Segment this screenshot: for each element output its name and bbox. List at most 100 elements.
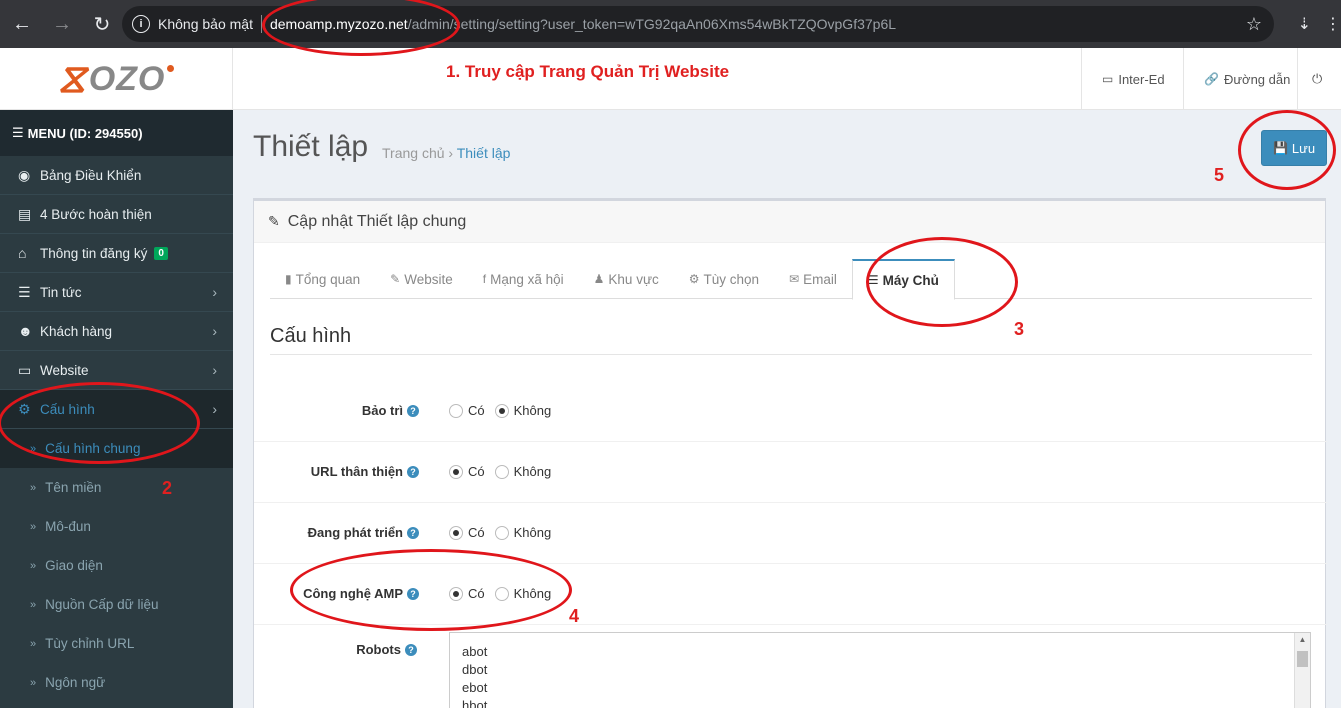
dashboard-icon: ◉: [18, 166, 31, 183]
robots-textarea[interactable]: abot dbot ebot hbot ▲: [449, 632, 1311, 708]
pencil-icon: ✎: [268, 213, 280, 229]
top-link-inter-ed[interactable]: ▭ Inter-Ed: [1081, 48, 1185, 110]
field-label: Bảo trì: [361, 403, 403, 418]
menu-toggle[interactable]: ☰ MENU (ID: 294550): [0, 110, 233, 156]
logo-mark-icon: ⧖: [57, 56, 87, 101]
scroll-up-icon[interactable]: ▲: [1295, 633, 1310, 647]
robots-line: ebot: [462, 680, 488, 695]
step-2-annotation: 2: [162, 478, 173, 498]
step-1-annotation: 1. Truy cập Trang Quản Trị Website: [446, 62, 730, 81]
question-icon[interactable]: ?: [407, 404, 419, 417]
sidebar-item-4-steps[interactable]: ▤ 4 Bước hoàn thiện: [0, 195, 233, 234]
robots-line: abot: [462, 644, 488, 659]
breadcrumb-current: Thiết lập: [456, 145, 511, 161]
textarea-scrollbar[interactable]: ▲: [1294, 633, 1310, 708]
tab-region[interactable]: ♟ Khu vực: [579, 259, 674, 299]
logo-text: OZO: [88, 59, 166, 98]
logo-dot-icon: [167, 64, 175, 72]
radio-group: Có Không: [449, 525, 561, 540]
book-icon: ▤: [18, 205, 32, 222]
breadcrumb-home[interactable]: Trang chủ: [382, 145, 445, 161]
radio-no[interactable]: Không: [494, 586, 551, 601]
app-header: ⧖ OZO 1. Truy cập Trang Quản Trị Website…: [0, 48, 1341, 110]
radio-yes[interactable]: Có: [449, 403, 485, 418]
field-row-development: Đang phát triển ? Có Không: [254, 503, 1327, 564]
sidebar-subitem-data-feed[interactable]: » Nguồn Cấp dữ liệu: [0, 585, 233, 624]
tab-social[interactable]: f Mạng xã hội: [468, 259, 579, 299]
tab-email[interactable]: ✉ Email: [774, 259, 852, 299]
radio-no[interactable]: Không: [494, 464, 551, 479]
radio-circle[interactable]: [449, 464, 463, 479]
reload-icon[interactable]: ↻: [84, 6, 120, 42]
sidebar-subitem-domain[interactable]: » Tên miền: [0, 468, 233, 507]
extension-icon[interactable]: ⇣: [1298, 14, 1311, 34]
radio-circle[interactable]: [494, 403, 509, 418]
power-button[interactable]: ⏻: [1297, 48, 1336, 110]
question-icon[interactable]: ?: [405, 643, 417, 656]
tab-options[interactable]: ⚙ Tùy chọn: [674, 259, 774, 299]
omnibox-divider: [260, 15, 262, 33]
sidebar-subitem-theme[interactable]: » Giao diện: [0, 546, 233, 585]
breadcrumb-separator: ›: [448, 145, 454, 161]
document-icon: ☰: [18, 283, 31, 300]
sidebar-item-customers[interactable]: ☻ Khách hàng ›: [0, 312, 233, 351]
radio-yes[interactable]: Có: [449, 586, 485, 601]
radio-circle[interactable]: [449, 586, 463, 601]
breadcrumb: Trang chủ › Thiết lập: [382, 145, 510, 161]
sidebar-item-registration[interactable]: ⌂ Thông tin đăng ký 0: [0, 234, 233, 273]
radio-circle[interactable]: [449, 403, 463, 418]
chevron-right-icon: ›: [212, 284, 217, 300]
sidebar-item-dashboard[interactable]: ◉ Bảng Điều Khiển: [0, 156, 233, 195]
radio-circle[interactable]: [494, 586, 509, 601]
forward-icon[interactable]: →: [44, 6, 80, 42]
top-link-duong-dan[interactable]: 🔗 Đường dẫn: [1183, 48, 1310, 110]
double-chevron-icon: »: [30, 637, 37, 650]
settings-tabs: ▮ Tổng quan ✎ Website f Mạng xã hội ♟ Kh…: [270, 259, 1312, 300]
tab-website[interactable]: ✎ Website: [375, 259, 468, 299]
radio-circle[interactable]: [494, 525, 509, 540]
menu-icon[interactable]: ⋮: [1325, 14, 1341, 34]
save-button[interactable]: 💾 Lưu: [1261, 130, 1327, 166]
tab-overview[interactable]: ▮ Tổng quan: [270, 259, 375, 299]
monitor-icon: ▭: [1102, 72, 1114, 86]
info-icon[interactable]: i: [132, 15, 150, 33]
section-divider: [270, 354, 1312, 355]
bookmark-star-icon[interactable]: ☆: [1246, 14, 1262, 35]
sidebar-subitem-language[interactable]: » Ngôn ngữ: [0, 663, 233, 702]
address-bar[interactable]: i Không bảo mật demoamp.myzozo.net/admin…: [122, 6, 1274, 42]
radio-yes[interactable]: Có: [449, 525, 485, 540]
gear-icon: ⚙: [688, 272, 700, 286]
radio-circle[interactable]: [449, 525, 463, 540]
sidebar-item-config[interactable]: ⚙ Cấu hình ›: [0, 390, 233, 429]
sidebar-subitem-general-config[interactable]: » Cấu hình chung: [0, 429, 233, 468]
tab-server[interactable]: ☰ Máy Chủ: [851, 259, 955, 300]
hamburger-icon: ☰: [12, 125, 24, 140]
step-3-annotation: 3: [1014, 319, 1025, 339]
question-icon[interactable]: ?: [407, 526, 419, 539]
radio-group: Có Không: [449, 464, 561, 479]
sidebar-item-news[interactable]: ☰ Tin tức ›: [0, 273, 233, 312]
panel-header: ✎ Cập nhật Thiết lập chung: [254, 201, 1325, 243]
scroll-thumb[interactable]: [1297, 651, 1308, 667]
double-chevron-icon: »: [30, 598, 37, 611]
radio-no[interactable]: Không: [494, 403, 551, 418]
logo[interactable]: ⧖ OZO: [0, 48, 233, 110]
question-icon[interactable]: ?: [407, 465, 419, 478]
link-icon: 🔗: [1204, 72, 1219, 86]
question-icon[interactable]: ?: [407, 587, 419, 600]
street-view-icon: ♟: [593, 272, 605, 286]
field-label: Đang phát triển: [307, 525, 403, 540]
sidebar-subitem-url-custom[interactable]: » Tùy chỉnh URL: [0, 624, 233, 663]
radio-yes[interactable]: Có: [449, 464, 485, 479]
radio-no[interactable]: Không: [494, 525, 551, 540]
field-label: URL thân thiện: [310, 464, 403, 479]
field-row-maintenance: Bảo trì ? Có Không: [254, 381, 1327, 442]
robots-line: hbot: [462, 698, 488, 708]
back-icon[interactable]: ←: [4, 6, 40, 42]
radio-circle[interactable]: [494, 464, 509, 479]
sidebar-subitem-modules[interactable]: » Mô-đun: [0, 507, 233, 546]
sidebar-item-website[interactable]: ▭ Website ›: [0, 351, 233, 390]
server-icon: ☰: [867, 273, 879, 287]
chevron-right-icon: ›: [212, 362, 217, 378]
url-path: /admin/setting/setting?user_token=wTG92q…: [407, 16, 897, 32]
